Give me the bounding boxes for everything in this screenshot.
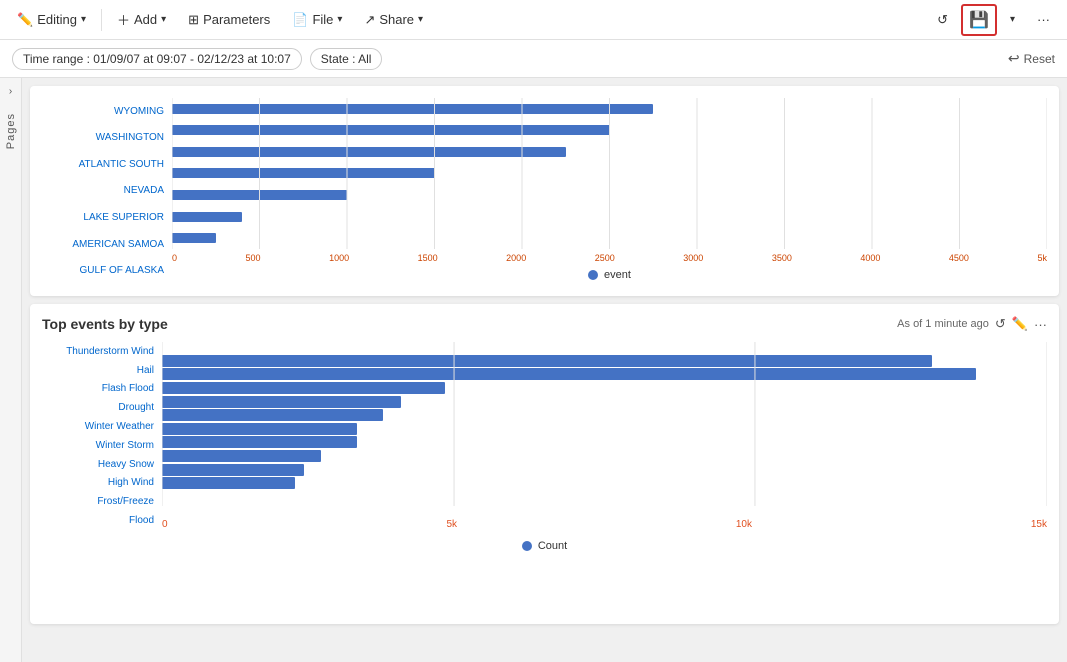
- pencil-icon: ✏️: [17, 12, 33, 28]
- parameters-icon: ⊞: [188, 12, 199, 28]
- editing-label: Editing: [37, 12, 77, 27]
- bottom-chart-area: Thunderstorm Wind Hail Flash Flood Droug…: [42, 342, 1047, 530]
- y-label-3: NEVADA: [42, 185, 164, 196]
- ellipsis-icon: ···: [1037, 12, 1050, 27]
- divider-1: [101, 9, 102, 31]
- y-label-5: AMERICAN SAMOA: [42, 239, 164, 250]
- x-b-1: 5k: [446, 519, 457, 530]
- pages-sidebar[interactable]: › Pages: [0, 78, 22, 662]
- y-label-6: GULF OF ALASKA: [42, 265, 164, 276]
- top-chart-card: WYOMING WASHINGTON ATLANTIC SOUTH NEVADA…: [30, 86, 1059, 296]
- chevron-down-icon-share: ▾: [418, 14, 423, 25]
- meta-text: As of 1 minute ago: [897, 318, 989, 330]
- x-label-3: 1500: [418, 253, 438, 263]
- y-b-5: Winter Storm: [42, 440, 154, 451]
- x-label-10: 5k: [1037, 253, 1047, 263]
- y-b-9: Flood: [42, 515, 154, 526]
- add-label: Add: [134, 12, 157, 27]
- ellipsis-button[interactable]: ···: [1028, 7, 1059, 32]
- legend-label-event: event: [604, 269, 631, 281]
- bottom-chart-bars-area: 0 5k 10k 15k: [162, 342, 1047, 530]
- chevron-down-icon-more: ▾: [1010, 14, 1015, 25]
- bottom-chart-x-axis: 0 5k 10k 15k: [162, 519, 1047, 530]
- undo-icon: ↩: [1008, 50, 1020, 67]
- x-label-9: 4500: [949, 253, 969, 263]
- chevron-down-icon-add: ▾: [161, 14, 166, 25]
- add-button[interactable]: ＋ Add ▾: [108, 5, 175, 34]
- save-button[interactable]: 💾: [961, 4, 997, 36]
- bottom-chart-meta: As of 1 minute ago ↺ ✏️ ···: [897, 316, 1047, 332]
- y-label-4: LAKE SUPERIOR: [42, 212, 164, 223]
- content-area: WYOMING WASHINGTON ATLANTIC SOUTH NEVADA…: [22, 78, 1067, 662]
- x-b-2: 10k: [736, 519, 752, 530]
- legend-label-count: Count: [538, 540, 567, 552]
- state-filter[interactable]: State : All: [310, 48, 383, 70]
- pages-label: Pages: [5, 113, 17, 149]
- y-b-3: Drought: [42, 402, 154, 413]
- save-icon: 💾: [969, 10, 989, 30]
- toolbar: ✏️ Editing ▾ ＋ Add ▾ ⊞ Parameters 📄 File…: [0, 0, 1067, 40]
- y-label-2: ATLANTIC SOUTH: [42, 159, 164, 170]
- refresh-chart-icon[interactable]: ↺: [995, 316, 1006, 332]
- x-label-7: 3500: [772, 253, 792, 263]
- bottom-chart-y-labels: Thunderstorm Wind Hail Flash Flood Droug…: [42, 342, 162, 530]
- legend-dot-event: [588, 270, 598, 280]
- file-icon: 📄: [292, 12, 308, 28]
- share-icon: ↗: [364, 12, 375, 28]
- chevron-down-icon: ▾: [81, 14, 86, 25]
- x-label-1: 500: [246, 253, 261, 263]
- x-label-4: 2000: [506, 253, 526, 263]
- time-range-label: Time range : 01/09/07 at 09:07 - 02/12/2…: [23, 52, 291, 66]
- bottom-chart-title: Top events by type: [42, 316, 168, 332]
- main-area: › Pages WYOMING WASHINGTON ATLANTIC SOUT…: [0, 78, 1067, 662]
- pages-chevron-icon: ›: [9, 86, 12, 97]
- reset-area[interactable]: ↩ Reset: [1008, 50, 1055, 67]
- refresh-icon: ↺: [937, 12, 948, 28]
- x-label-8: 4000: [860, 253, 880, 263]
- editing-button[interactable]: ✏️ Editing ▾: [8, 7, 95, 33]
- toolbar-right: ↺ 💾 ▾ ···: [928, 4, 1059, 36]
- y-b-8: Frost/Freeze: [42, 496, 154, 507]
- top-chart-x-axis: 0 500 1000 1500 2000 2500 3000 3500 4000…: [172, 253, 1047, 263]
- refresh-button[interactable]: ↺: [928, 7, 957, 33]
- y-b-6: Heavy Snow: [42, 459, 154, 470]
- y-b-0: Thunderstorm Wind: [42, 346, 154, 357]
- more-chevron-button[interactable]: ▾: [1001, 9, 1024, 30]
- y-label-1: WASHINGTON: [42, 132, 164, 143]
- y-b-2: Flash Flood: [42, 383, 154, 394]
- legend-dot-count: [522, 541, 532, 551]
- top-chart-area: WYOMING WASHINGTON ATLANTIC SOUTH NEVADA…: [42, 98, 1047, 284]
- bottom-chart-header: Top events by type As of 1 minute ago ↺ …: [42, 316, 1047, 332]
- file-label: File: [312, 12, 333, 27]
- y-b-7: High Wind: [42, 477, 154, 488]
- file-button[interactable]: 📄 File ▾: [283, 7, 351, 33]
- parameters-label: Parameters: [203, 12, 270, 27]
- filter-bar: Time range : 01/09/07 at 09:07 - 02/12/2…: [0, 40, 1067, 78]
- gridlines-svg: [172, 98, 1047, 249]
- x-b-3: 15k: [1031, 519, 1047, 530]
- reset-label: Reset: [1024, 52, 1055, 66]
- edit-chart-icon[interactable]: ✏️: [1012, 316, 1028, 332]
- more-options-icon[interactable]: ···: [1034, 317, 1047, 332]
- y-b-4: Winter Weather: [42, 421, 154, 432]
- chevron-down-icon-file: ▾: [337, 14, 342, 25]
- share-label: Share: [379, 12, 414, 27]
- bottom-gridlines: [162, 342, 1047, 506]
- x-label-2: 1000: [329, 253, 349, 263]
- time-range-filter[interactable]: Time range : 01/09/07 at 09:07 - 02/12/2…: [12, 48, 302, 70]
- share-button[interactable]: ↗ Share ▾: [355, 7, 432, 33]
- top-chart-y-labels: WYOMING WASHINGTON ATLANTIC SOUTH NEVADA…: [42, 98, 172, 284]
- bottom-chart-legend: Count: [42, 540, 1047, 552]
- y-label-0: WYOMING: [42, 106, 164, 117]
- plus-icon: ＋: [117, 10, 130, 29]
- parameters-button[interactable]: ⊞ Parameters: [179, 7, 279, 33]
- x-label-0: 0: [172, 253, 177, 263]
- y-b-1: Hail: [42, 365, 154, 376]
- x-b-0: 0: [162, 519, 168, 530]
- x-label-5: 2500: [595, 253, 615, 263]
- x-label-6: 3000: [683, 253, 703, 263]
- top-chart-legend: event: [172, 269, 1047, 281]
- bottom-chart-card: Top events by type As of 1 minute ago ↺ …: [30, 304, 1059, 624]
- state-label: State : All: [321, 52, 372, 66]
